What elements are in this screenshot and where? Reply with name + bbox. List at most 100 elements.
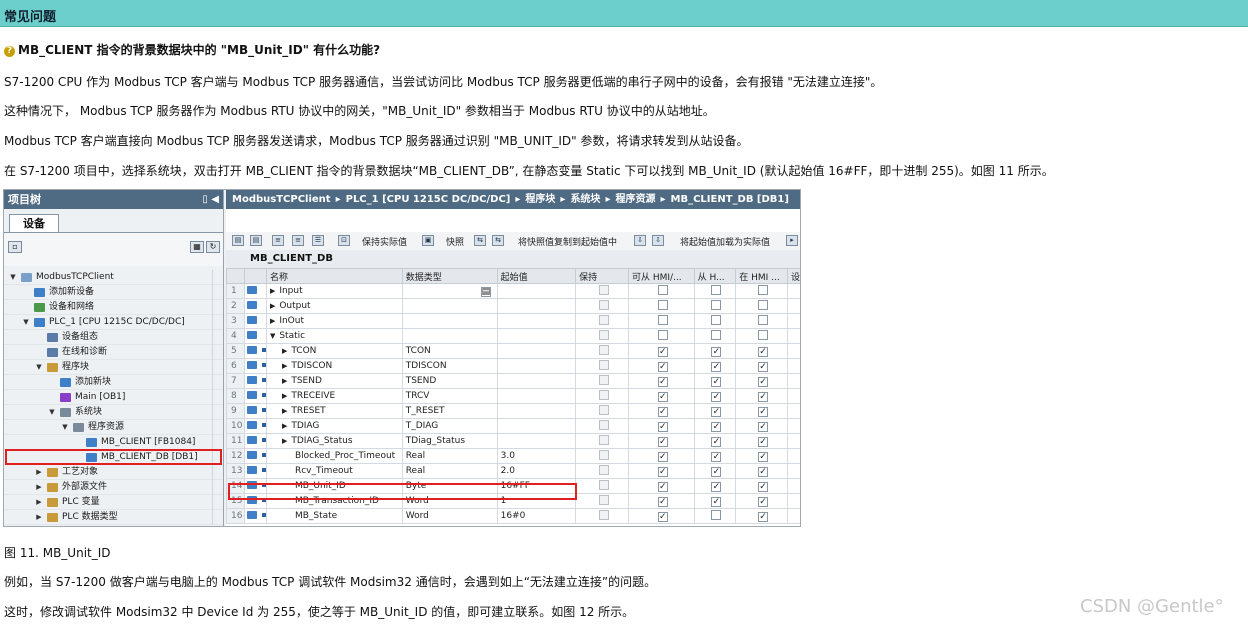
hmi-visible-checkbox-cell[interactable]: ✓ — [735, 463, 788, 479]
load-icon[interactable]: ⇩ — [634, 235, 646, 246]
hmi-access-checkbox-cell[interactable] — [628, 298, 695, 314]
checkbox[interactable]: ✓ — [711, 466, 722, 477]
var-name-cell[interactable]: ▶ Output — [265, 298, 403, 314]
retain-checkbox-cell[interactable] — [575, 433, 629, 449]
hmi-write-checkbox-cell[interactable]: ✓ — [693, 478, 737, 494]
var-start-value[interactable] — [496, 358, 577, 374]
hmi-visible-checkbox-cell[interactable]: ✓ — [735, 478, 788, 494]
checkbox[interactable] — [598, 420, 609, 430]
retain-checkbox-cell[interactable] — [575, 358, 629, 374]
hmi-write-checkbox-cell[interactable] — [693, 328, 737, 344]
hmi-visible-checkbox-cell[interactable]: ✓ — [735, 373, 788, 389]
checkbox[interactable]: ✓ — [657, 391, 668, 402]
hmi-write-checkbox-cell[interactable]: ✓ — [693, 418, 737, 434]
checkbox[interactable]: ✓ — [711, 376, 722, 387]
hmi-visible-checkbox-cell[interactable] — [735, 313, 788, 329]
tree-item[interactable]: Main [OB1] — [4, 390, 223, 405]
var-start-value[interactable] — [496, 373, 577, 389]
hmi-visible-checkbox-cell[interactable]: ✓ — [735, 388, 788, 404]
hmi-write-checkbox-cell[interactable] — [693, 283, 737, 299]
more-icon[interactable]: ▸ — [786, 235, 798, 246]
checkbox[interactable] — [598, 285, 609, 295]
expanded-arrow-icon[interactable]: ▼ — [60, 420, 70, 435]
hmi-access-checkbox-cell[interactable] — [628, 328, 695, 344]
hmi-visible-checkbox-cell[interactable] — [735, 298, 788, 314]
checkbox[interactable]: ✓ — [758, 346, 769, 357]
checkbox[interactable]: ✓ — [711, 481, 722, 492]
collapse-panel-icon[interactable]: ▯ ◀ — [202, 190, 219, 209]
collapsed-arrow-icon[interactable]: ▶ — [34, 480, 44, 495]
hmi-access-checkbox-cell[interactable]: ✓ — [628, 358, 695, 374]
checkbox[interactable]: ✓ — [758, 466, 769, 477]
checkbox[interactable]: ✓ — [758, 496, 769, 507]
checkbox[interactable] — [758, 285, 769, 295]
checkbox[interactable]: ✓ — [657, 496, 668, 507]
hmi-write-checkbox-cell[interactable]: ✓ — [693, 493, 737, 509]
retain-checkbox-cell[interactable] — [575, 343, 629, 359]
collapsed-arrow-icon[interactable]: ▶ — [282, 407, 287, 415]
checkbox[interactable]: ✓ — [657, 481, 668, 492]
var-datatype[interactable]: TCON — [401, 343, 498, 359]
var-start-value[interactable]: 2.0 — [496, 463, 577, 479]
table-row[interactable]: 10 ▶ TDIAG T_DIAG ✓ ✓ ✓ — [226, 418, 800, 434]
list-icon[interactable]: ☰ — [312, 235, 324, 246]
hmi-write-checkbox-cell[interactable] — [693, 298, 737, 314]
hmi-write-checkbox-cell[interactable]: ✓ — [693, 343, 737, 359]
grid-view-icon[interactable]: ▦ — [190, 241, 204, 253]
monitor-icon[interactable]: ⊡ — [338, 235, 350, 246]
new-item-icon[interactable]: ▫ — [8, 241, 22, 253]
retain-checkbox-cell[interactable] — [575, 493, 629, 509]
var-datatype[interactable]: T_RESET — [401, 403, 498, 419]
var-start-value[interactable] — [496, 283, 577, 299]
checkbox[interactable] — [598, 465, 609, 475]
hmi-visible-checkbox-cell[interactable]: ✓ — [735, 508, 788, 524]
var-start-value[interactable] — [496, 388, 577, 404]
var-datatype[interactable] — [401, 313, 498, 329]
table-row[interactable]: 4 ▼ Static — [226, 328, 800, 344]
checkbox[interactable]: ✓ — [711, 496, 722, 507]
checkbox[interactable] — [598, 345, 609, 355]
load-start-label[interactable]: 将起始值加载为实际值 — [680, 235, 770, 248]
col-datatype[interactable]: 数据类型 — [401, 268, 498, 284]
retain-checkbox-cell[interactable] — [575, 463, 629, 479]
checkbox[interactable]: ✓ — [758, 511, 769, 522]
var-name-cell[interactable]: ▶ Input — [265, 283, 403, 299]
retain-checkbox-cell[interactable] — [575, 403, 629, 419]
expanded-arrow-icon[interactable]: ▼ — [21, 315, 31, 330]
collapsed-arrow-icon[interactable]: ▶ — [282, 347, 287, 355]
hmi-write-checkbox-cell[interactable] — [693, 313, 737, 329]
checkbox[interactable]: ✓ — [657, 361, 668, 372]
collapsed-arrow-icon[interactable]: ▶ — [282, 362, 287, 370]
checkbox[interactable]: ✓ — [711, 436, 722, 447]
checkbox[interactable] — [657, 315, 668, 325]
checkbox[interactable]: ✓ — [657, 406, 668, 417]
var-name-cell[interactable]: Rcv_Timeout — [265, 463, 403, 479]
checkbox[interactable]: ✓ — [657, 421, 668, 432]
col-retain[interactable]: 保持 — [575, 268, 629, 284]
collapsed-arrow-icon[interactable]: ▶ — [282, 422, 287, 430]
var-name-cell[interactable]: ▶ InOut — [265, 313, 403, 329]
checkbox[interactable]: ✓ — [758, 361, 769, 372]
table-row[interactable]: 6 ▶ TDISCON TDISCON ✓ ✓ ✓ — [226, 358, 800, 374]
retain-checkbox-cell[interactable] — [575, 508, 629, 524]
checkbox[interactable]: ✓ — [758, 376, 769, 387]
retain-checkbox-cell[interactable] — [575, 328, 629, 344]
var-datatype[interactable] — [401, 328, 498, 344]
checkbox[interactable] — [657, 300, 668, 310]
col-start-value[interactable]: 起始值 — [496, 268, 577, 284]
checkbox[interactable] — [598, 510, 609, 520]
retain-checkbox-cell[interactable] — [575, 418, 629, 434]
checkbox[interactable]: ✓ — [711, 391, 722, 402]
checkbox[interactable]: ✓ — [711, 421, 722, 432]
collapsed-arrow-icon[interactable]: ▶ — [34, 510, 44, 525]
hmi-visible-checkbox-cell[interactable]: ✓ — [735, 403, 788, 419]
hmi-visible-checkbox-cell[interactable]: ✓ — [735, 448, 788, 464]
tree-item[interactable]: ▼ PLC_1 [CPU 1215C DC/DC/DC] — [4, 315, 223, 330]
expanded-arrow-icon[interactable]: ▼ — [47, 405, 57, 420]
table-row[interactable]: 12 Blocked_Proc_Timeout Real 3.0 ✓ ✓ ✓ — [226, 448, 800, 464]
breadcrumb-item[interactable]: PLC_1 [CPU 1215C DC/DC/DC] — [346, 194, 511, 205]
add-row-icon[interactable]: ▤ — [250, 235, 262, 246]
load2-icon[interactable]: ⇩ — [652, 235, 664, 246]
col-name[interactable]: 名称 — [265, 268, 403, 284]
table-row[interactable]: 13 Rcv_Timeout Real 2.0 ✓ ✓ ✓ — [226, 463, 800, 479]
